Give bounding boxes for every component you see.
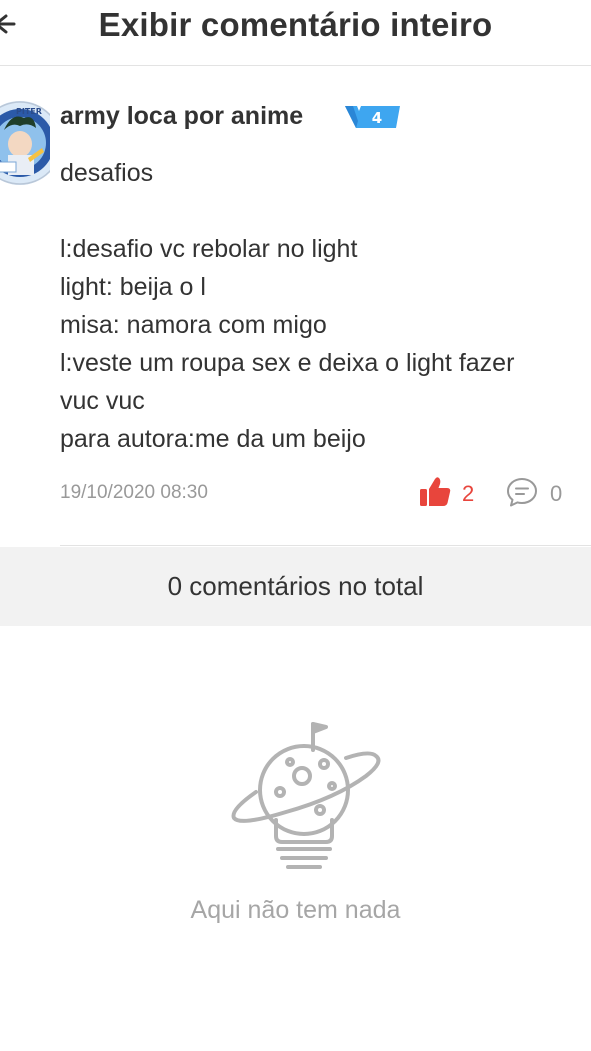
empty-state-message: Aqui não tem nada xyxy=(190,896,401,924)
comment-line xyxy=(60,192,585,230)
comment-line: para autora:me da um beijo xyxy=(60,425,366,453)
like-button[interactable]: 2 xyxy=(418,476,475,513)
comment-timestamp: 19/10/2020 08:30 xyxy=(60,482,208,503)
top-bar: Exibir comentário inteiro xyxy=(0,0,591,66)
speech-bubble-icon xyxy=(506,476,538,513)
avatar[interactable]: PITER xyxy=(0,100,50,186)
comment-line: l:veste um roupa sex e deixa o light faz… xyxy=(60,349,515,377)
like-count: 2 xyxy=(462,481,475,506)
comment-line: l:desafio vc rebolar no light xyxy=(60,235,358,263)
thumbs-up-icon xyxy=(418,476,452,513)
comment-line: misa: namora com migo xyxy=(60,311,327,339)
comment-line: vuc vuc xyxy=(60,387,145,415)
comment-text: desafios l:desafio vc rebolar no light l… xyxy=(60,154,585,458)
comment-line: desafios xyxy=(60,159,154,187)
level-number: 4 xyxy=(372,109,382,127)
page-title: Exibir comentário inteiro xyxy=(98,6,493,43)
comments-total-label: 0 comentários no total xyxy=(167,571,424,601)
svg-text:PITER: PITER xyxy=(16,107,42,116)
divider xyxy=(60,545,591,546)
level-badge: 4 xyxy=(343,105,401,129)
reply-count: 0 xyxy=(550,481,563,506)
reply-button[interactable]: 0 xyxy=(506,477,562,511)
lightbulb-planet-icon xyxy=(226,718,382,874)
comment-line: light: beija o l xyxy=(60,273,206,301)
author-name[interactable]: army loca por anime xyxy=(60,102,303,131)
comments-total-bar: 0 comentários no total xyxy=(0,547,591,626)
